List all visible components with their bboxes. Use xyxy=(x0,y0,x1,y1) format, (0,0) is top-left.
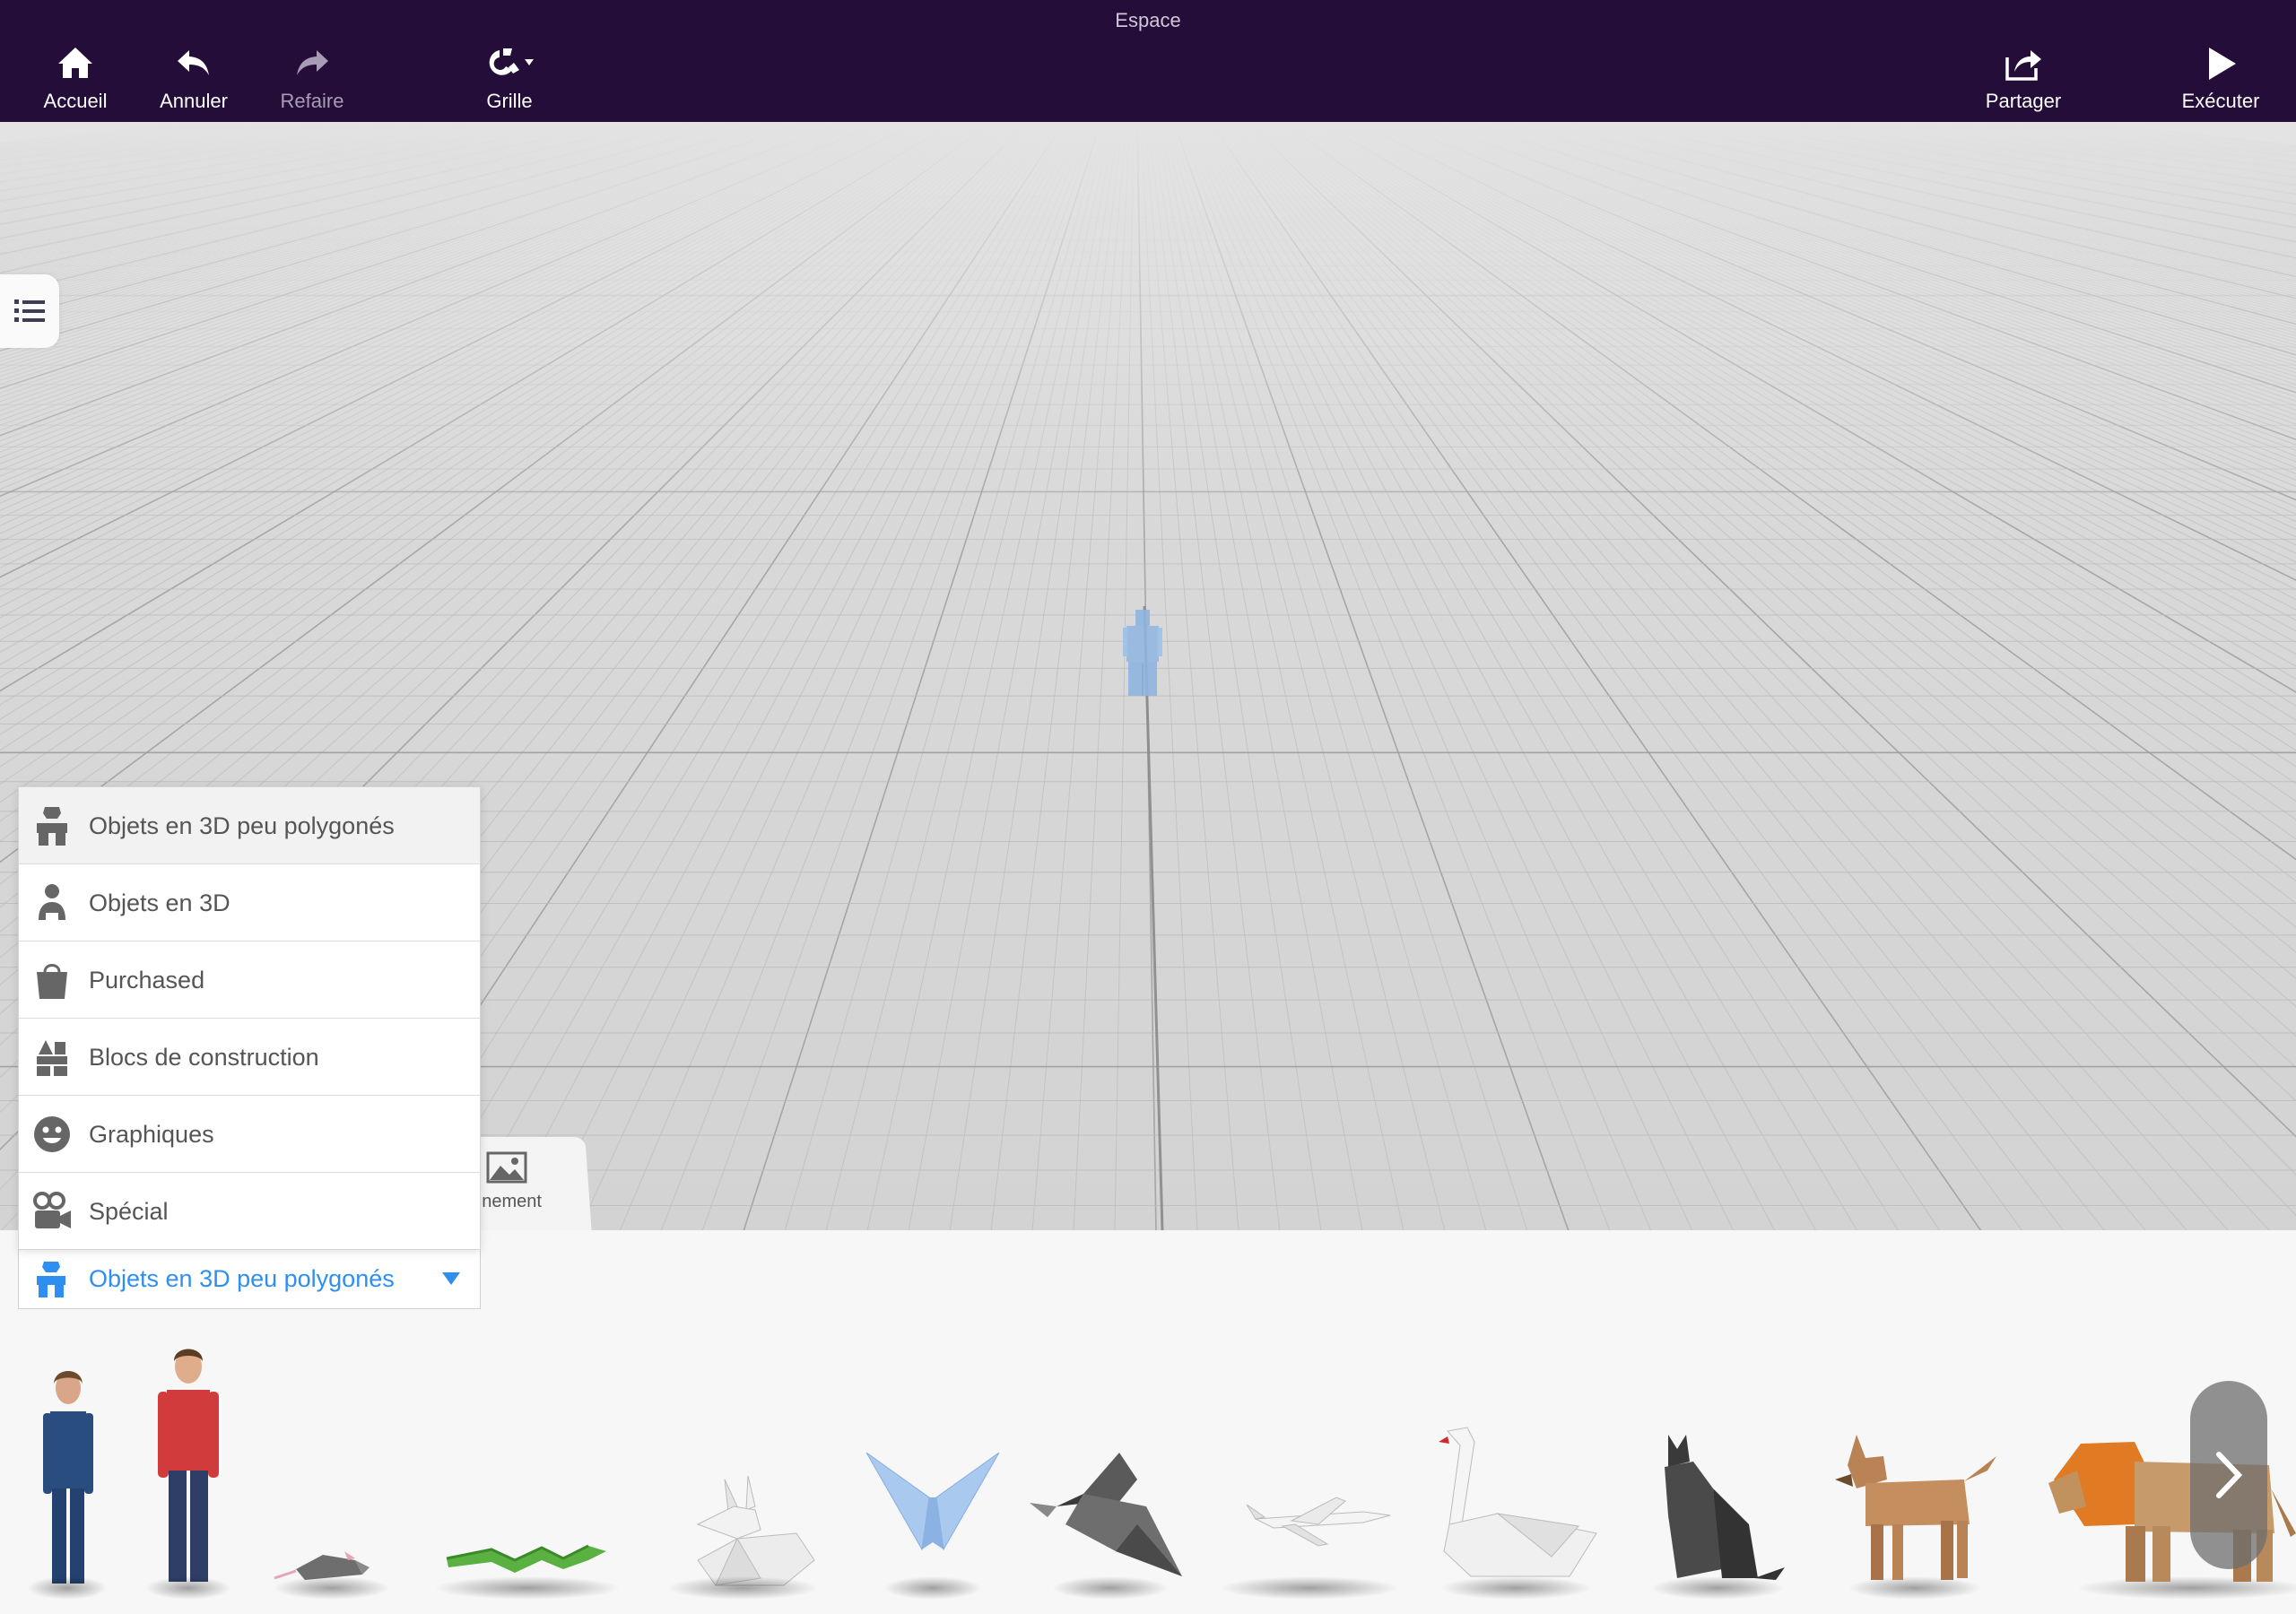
run-button[interactable]: Exécuter xyxy=(2158,45,2283,113)
redo-label: Refaire xyxy=(280,90,344,112)
asset-airplane[interactable] xyxy=(1220,1488,1399,1605)
asset-rabbit[interactable] xyxy=(662,1471,823,1605)
shopping-bag-icon xyxy=(37,964,67,999)
asset-dog[interactable] xyxy=(1830,1426,2000,1605)
grid-label: Grille xyxy=(486,90,533,112)
menu-item-label: Graphiques xyxy=(89,1121,214,1148)
play-icon xyxy=(2158,45,2283,88)
smiley-icon xyxy=(34,1116,70,1152)
share-icon xyxy=(1961,45,2086,88)
menu-item-special[interactable]: Spécial xyxy=(19,1173,480,1249)
building-blocks-icon xyxy=(37,1040,67,1076)
lowpoly-person-icon xyxy=(37,1262,65,1297)
menu-item-label: Objets en 3D peu polygonés xyxy=(89,812,395,839)
menu-item-label: Blocs de construction xyxy=(89,1044,319,1071)
category-dropdown-menu: Objets en 3D peu polygonés Objets en 3D … xyxy=(18,786,481,1250)
asset-bird[interactable] xyxy=(1030,1453,1191,1605)
movie-camera-icon xyxy=(33,1192,71,1228)
home-button[interactable]: Accueil xyxy=(13,45,138,113)
chevron-right-icon xyxy=(2216,1452,2243,1498)
top-toolbar: Espace Accueil Annuler Refaire Grille Pa… xyxy=(0,0,2296,122)
redo-icon xyxy=(249,45,375,88)
undo-button[interactable]: Annuler xyxy=(131,45,257,113)
run-label: Exécuter xyxy=(2181,90,2260,112)
asset-strip xyxy=(0,1336,2296,1605)
home-icon xyxy=(13,45,138,88)
asset-mouse[interactable] xyxy=(269,1524,395,1605)
landscape-icon xyxy=(486,1151,527,1184)
scroll-next-button[interactable] xyxy=(2190,1381,2267,1569)
menu-item-label: Purchased xyxy=(89,967,205,994)
scene-list-toggle[interactable] xyxy=(0,274,59,348)
selected-category-label: Objets en 3D peu polygonés xyxy=(89,1265,395,1292)
home-label: Accueil xyxy=(43,90,108,112)
window-title: Espace xyxy=(1115,9,1181,31)
person-icon xyxy=(39,884,65,922)
redo-button[interactable]: Refaire xyxy=(249,45,375,113)
menu-item-graphics[interactable]: Graphiques xyxy=(19,1096,480,1173)
undo-label: Annuler xyxy=(160,90,228,112)
grid-snap-button[interactable]: Grille xyxy=(447,45,572,113)
menu-item-label: Spécial xyxy=(89,1198,169,1225)
list-icon xyxy=(14,299,45,322)
menu-item-purchased[interactable]: Purchased xyxy=(19,941,480,1019)
asset-cat[interactable] xyxy=(1641,1426,1794,1605)
asset-woman[interactable] xyxy=(18,1354,117,1605)
menu-item-lowpoly-3d[interactable]: Objets en 3D peu polygonés xyxy=(19,787,480,864)
asset-snake[interactable] xyxy=(429,1515,626,1605)
scene-character-object[interactable] xyxy=(1123,610,1162,696)
asset-swan[interactable] xyxy=(1426,1426,1605,1605)
asset-butterfly[interactable] xyxy=(861,1453,1004,1605)
share-label: Partager xyxy=(1985,90,2062,112)
magnet-icon xyxy=(447,45,572,88)
menu-item-building-blocks[interactable]: Blocs de construction xyxy=(19,1019,480,1096)
category-selector[interactable]: Objets en 3D peu polygonés xyxy=(18,1248,481,1309)
undo-icon xyxy=(131,45,257,88)
share-button[interactable]: Partager xyxy=(1961,45,2086,113)
menu-item-label: Objets en 3D xyxy=(89,889,230,916)
caret-down-icon xyxy=(442,1272,460,1285)
lowpoly-person-icon xyxy=(37,807,67,846)
asset-man[interactable] xyxy=(135,1336,242,1605)
menu-item-3d-objects[interactable]: Objets en 3D xyxy=(19,864,480,941)
